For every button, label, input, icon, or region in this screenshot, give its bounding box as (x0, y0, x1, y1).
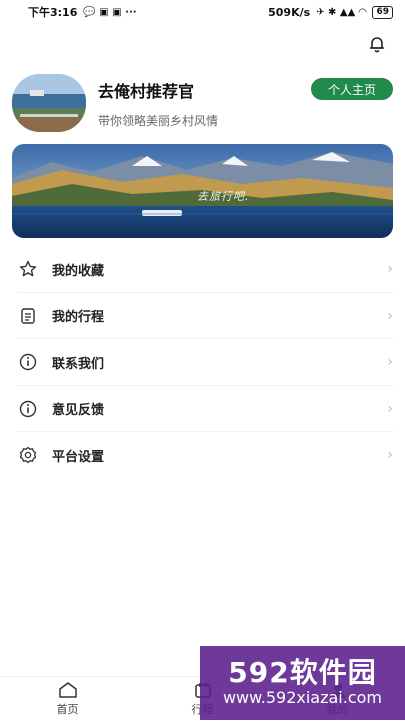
notification-icons: 💬 ▣ ▣ ··· (83, 6, 137, 18)
chevron-right-icon: › (387, 354, 393, 371)
menu-item-feedback[interactable]: 意见反馈 › (0, 386, 405, 433)
chevron-right-icon: › (387, 400, 393, 417)
home-icon (58, 682, 77, 698)
star-icon (18, 259, 38, 279)
menu-item-label: 平台设置 (52, 449, 105, 465)
homepage-button[interactable]: 个人主页 (311, 78, 393, 100)
menu-item-favorites[interactable]: 我的收藏 › (0, 246, 405, 293)
menu-item-label: 我的收藏 (52, 263, 105, 279)
menu-item-label: 意见反馈 (52, 403, 105, 419)
chevron-right-icon: › (387, 447, 393, 464)
bell-icon[interactable] (367, 34, 387, 54)
info-icon (18, 352, 38, 372)
profile-slogan: 带你领略美丽乡村风情 (98, 114, 219, 128)
profile-name: 去俺村推荐官 (98, 82, 195, 101)
battery-icon: 69 (372, 5, 393, 19)
watermark-title: 592软件园 (228, 656, 377, 689)
profile-card: 去俺村推荐官 带你领略美丽乡村风情 个人主页 (12, 74, 393, 136)
document-icon (18, 306, 38, 326)
watermark-url: www.592xiazai.com (222, 688, 383, 707)
menu-item-settings[interactable]: 平台设置 › (0, 432, 405, 479)
menu-item-contact[interactable]: 联系我们 › (0, 339, 405, 386)
tab-home[interactable]: 首页 (0, 677, 135, 721)
chevron-right-icon: › (387, 261, 393, 278)
avatar[interactable] (12, 74, 86, 132)
chevron-right-icon: › (387, 307, 393, 324)
status-bar: 下午3:16 💬 ▣ ▣ ··· 509K/s ✈ ✱ ▲▲ ◠ 69 (0, 0, 405, 24)
tab-label: 首页 (56, 703, 79, 716)
settings-icon (18, 445, 38, 465)
info-icon (18, 399, 38, 419)
banner-image[interactable]: 去旅行吧. (12, 144, 393, 238)
watermark: 592软件园 www.592xiazai.com (200, 646, 405, 720)
network-speed: 509K/s (268, 5, 311, 19)
banner-text: 去旅行吧. (197, 190, 250, 203)
signal-icons: ✈ ✱ ▲▲ ◠ (316, 6, 367, 18)
menu-item-itinerary[interactable]: 我的行程 › (0, 293, 405, 340)
menu-item-label: 联系我们 (52, 356, 105, 372)
status-time: 下午3:16 (28, 6, 78, 19)
menu-item-label: 我的行程 (52, 310, 105, 326)
menu-list: 我的收藏 › 我的行程 › 联系我们 › 意见反馈 › 平台设置 › (0, 246, 405, 479)
